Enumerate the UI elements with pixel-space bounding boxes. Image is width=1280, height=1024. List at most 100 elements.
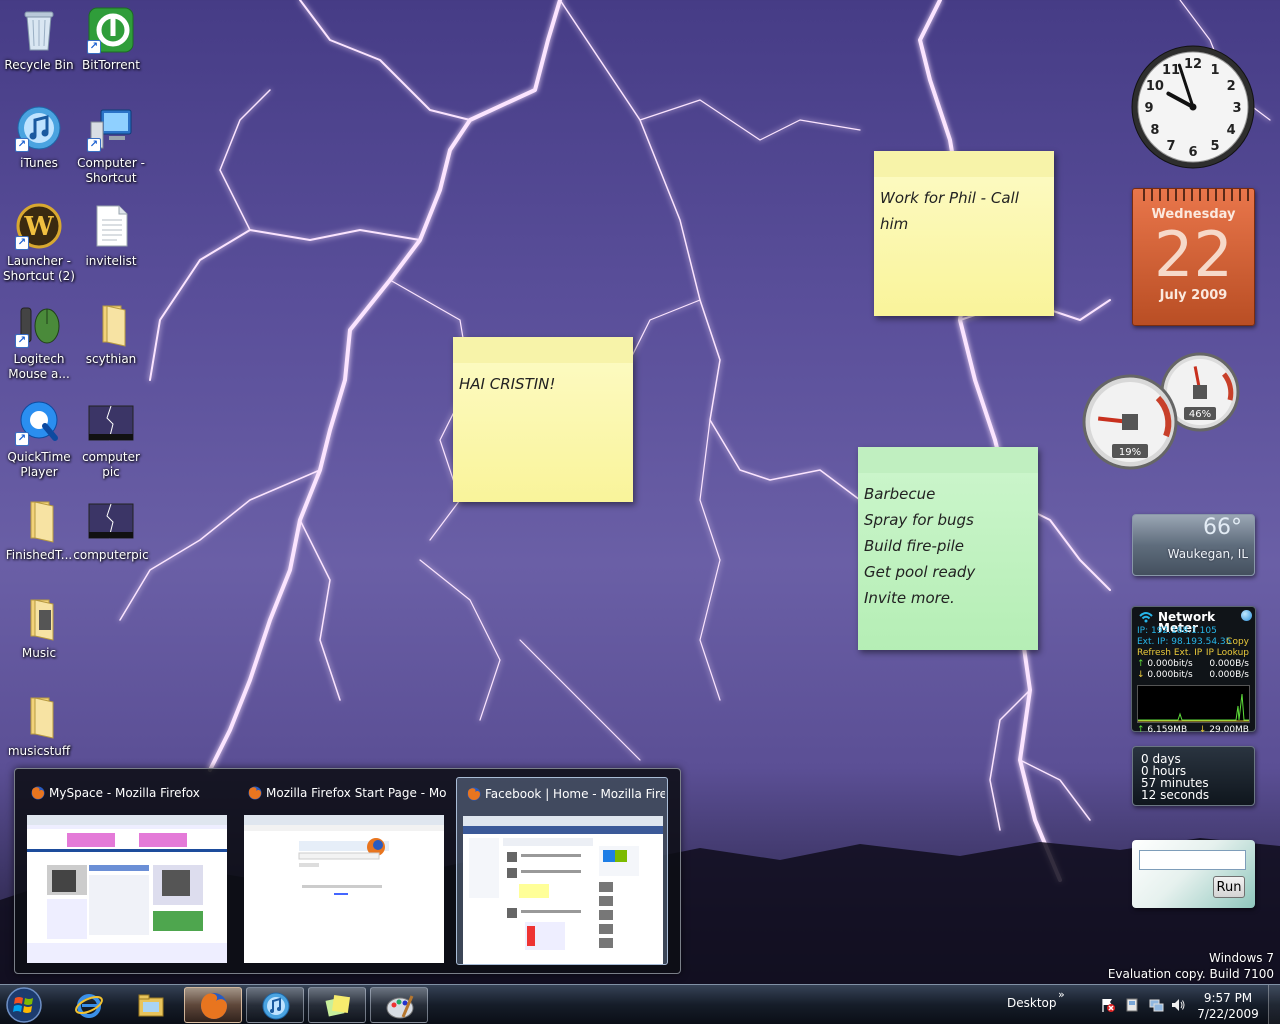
shortcut-arrow-icon: ↗ [87, 138, 101, 152]
desktop-icon-musicstuff[interactable]: musicstuff [0, 692, 78, 759]
weather-gadget[interactable]: 66° Waukegan, IL [1132, 514, 1255, 576]
desktop-icon-launcher-shortcut[interactable]: W ↗ Launcher - Shortcut (2) [0, 202, 78, 284]
paint-icon [386, 995, 414, 1019]
logitech-mouse-icon: ↗ [15, 300, 63, 348]
clock-numeral: 2 [1227, 79, 1236, 94]
desktop-icon-scythian[interactable]: scythian [72, 300, 150, 367]
desktop-icon-label: iTunes [20, 156, 58, 170]
desktop-toolbar-label[interactable]: Desktop [1007, 996, 1057, 1010]
network-graph-lines [1138, 693, 1249, 722]
evaluation-watermark: Windows 7 Evaluation copy. Build 7100 [1108, 950, 1274, 982]
download-bytes: 0.000B/s [1209, 670, 1249, 680]
upload-total-arrow-icon: ↑ [1137, 725, 1145, 735]
thumbnail-title-wrap: MySpace - Mozilla Firefox [31, 786, 229, 800]
run-button[interactable]: Run [1213, 876, 1245, 898]
desktop-icon-recycle-bin[interactable]: Recycle Bin [0, 6, 78, 73]
volume-icon[interactable] [1170, 997, 1186, 1013]
sticky-note-title-bar[interactable] [453, 337, 633, 363]
download-rate-row: ↓ 0.000bit/s 0.000B/s [1132, 670, 1255, 681]
taskbar-clock[interactable]: 9:57 PM 7/22/2009 [1190, 990, 1266, 1022]
shortcut-arrow-icon: ↗ [15, 432, 29, 446]
windows-logo-icon [6, 987, 42, 1023]
sticky-note-title-bar[interactable] [858, 447, 1038, 473]
start-button[interactable] [4, 986, 44, 1024]
upload-arrow-icon: ↑ [1137, 659, 1145, 669]
uptime-gadget[interactable]: 0 days 0 hours 57 minutes 12 seconds [1132, 746, 1255, 806]
clock-numeral: 7 [1166, 139, 1175, 154]
action-center-flag-icon[interactable] [1100, 997, 1116, 1013]
clock-gadget[interactable]: 12 1 2 3 4 5 6 7 8 9 10 11 [1130, 44, 1256, 170]
facebook-page-preview [463, 816, 663, 950]
firefox-icon [248, 786, 262, 800]
sticky-note-hai-cristin[interactable]: HAI CRISTIN! [453, 337, 633, 502]
taskbar-button-sticky-notes[interactable] [308, 987, 366, 1023]
desktop-icon-computer-shortcut[interactable]: ↗ Computer - Shortcut [72, 104, 150, 186]
clock-numeral: 3 [1232, 101, 1241, 116]
cpu-percent: 19% [1119, 447, 1141, 458]
taskbar-button-firefox[interactable] [184, 987, 242, 1023]
device-icon[interactable] [1124, 997, 1140, 1013]
taskbar-button-paint[interactable] [370, 987, 428, 1023]
desktop-icon-computer-pic[interactable]: computer pic [72, 398, 150, 480]
copy-link[interactable]: Copy [1226, 637, 1249, 648]
desktop-icon-label: scythian [85, 352, 137, 366]
total-upload: 6.159MB [1147, 725, 1188, 735]
desktop-icon-label: Computer - Shortcut [77, 156, 145, 185]
calendar-gadget[interactable]: Wednesday 22 July 2009 [1132, 188, 1255, 326]
desktop-icon-quicktime[interactable]: ↗ QuickTime Player [0, 398, 78, 480]
desktop-icon-label: BitTorrent [82, 58, 140, 72]
folder-icon [87, 300, 135, 348]
music-folder-icon [15, 594, 63, 642]
clock-numeral: 8 [1150, 123, 1159, 138]
cpu-meter-gadget[interactable]: 46% 19% [1074, 352, 1246, 470]
clock-numeral: 10 [1146, 79, 1164, 94]
network-tray-icon[interactable] [1148, 997, 1164, 1013]
image-thumbnail-icon [87, 496, 135, 544]
desktop-icon-itunes[interactable]: ↗ iTunes [0, 104, 78, 171]
desktop-icon-invitelist[interactable]: invitelist [72, 202, 150, 269]
desktop-icon-label: FinishedT... [5, 548, 73, 562]
upload-rate-row: ↑ 0.000bit/s 0.000B/s [1132, 659, 1255, 670]
show-desktop-button[interactable] [1268, 985, 1280, 1024]
firefox-icon [467, 787, 481, 801]
sticky-note-title-bar[interactable] [874, 151, 1054, 177]
shortcut-arrow-icon: ↗ [15, 334, 29, 348]
desktop-icon-logitech-mouse[interactable]: ↗ Logitech Mouse a... [0, 300, 78, 382]
wifi-icon [1139, 612, 1153, 623]
thumbnail-title: Facebook | Home - Mozilla Firef... [485, 787, 665, 801]
thumbnail-firefox-start[interactable]: Mozilla Firefox Start Page - Mozi... [238, 777, 450, 965]
desktop-icon-finishedt[interactable]: FinishedT... [0, 496, 78, 563]
weather-city: Waukegan, IL [1167, 547, 1248, 561]
ip-lookup-link[interactable]: IP Lookup [1206, 648, 1249, 659]
calendar-day: 22 [1154, 218, 1233, 291]
folder-explorer-icon [138, 994, 164, 1017]
thumbnail-facebook[interactable]: Facebook | Home - Mozilla Firef... [456, 777, 668, 965]
clock-face: 12 12 3 45678 9 1011 [1131, 45, 1255, 169]
computer-icon: ↗ [87, 104, 135, 152]
weather-temperature: 66° [1203, 515, 1242, 540]
itunes-icon: ↗ [15, 104, 63, 152]
sticky-note-text[interactable]: HAI CRISTIN! [453, 363, 633, 405]
network-meter-gadget[interactable]: Network Meter IP: 192.168.1.105 Ext. IP:… [1131, 606, 1256, 735]
taskbar-button-windows-explorer[interactable] [122, 987, 180, 1023]
run-command-input[interactable] [1139, 850, 1246, 870]
sticky-note-barbecue[interactable]: Barbecue Spray for bugs Build fire-pile … [858, 447, 1038, 650]
taskbar-button-internet-explorer[interactable] [60, 987, 118, 1023]
desktop-icon-label: Launcher - Shortcut (2) [3, 254, 75, 283]
refresh-ext-ip-link[interactable]: Refresh Ext. IP [1137, 648, 1202, 658]
thumbnail-screenshot [27, 815, 227, 963]
taskbar-thumbnail-preview: MySpace - Mozilla Firefox Mozilla Firefo… [14, 768, 681, 974]
internal-ip: IP: 192.168.1.105 [1137, 626, 1217, 636]
run-gadget: Run [1132, 840, 1255, 908]
thumbnail-myspace[interactable]: MySpace - Mozilla Firefox [21, 777, 233, 965]
desktop-icon-music[interactable]: Music [0, 594, 78, 661]
network-meter-header: Network Meter [1132, 607, 1255, 634]
desktop-icon-computerpic[interactable]: computerpic [72, 496, 150, 563]
sticky-note-work-for-phil[interactable]: Work for Phil - Call him [874, 151, 1054, 316]
sticky-note-text[interactable]: Barbecue Spray for bugs Build fire-pile … [858, 473, 1038, 619]
taskbar-button-itunes[interactable] [246, 987, 304, 1023]
desktop-icon-bittorrent[interactable]: ↗ BitTorrent [72, 6, 150, 73]
globe-icon[interactable] [1241, 610, 1252, 621]
sticky-note-text[interactable]: Work for Phil - Call him [874, 177, 1054, 245]
toolbar-chevron-icon[interactable]: » [1058, 988, 1065, 1001]
